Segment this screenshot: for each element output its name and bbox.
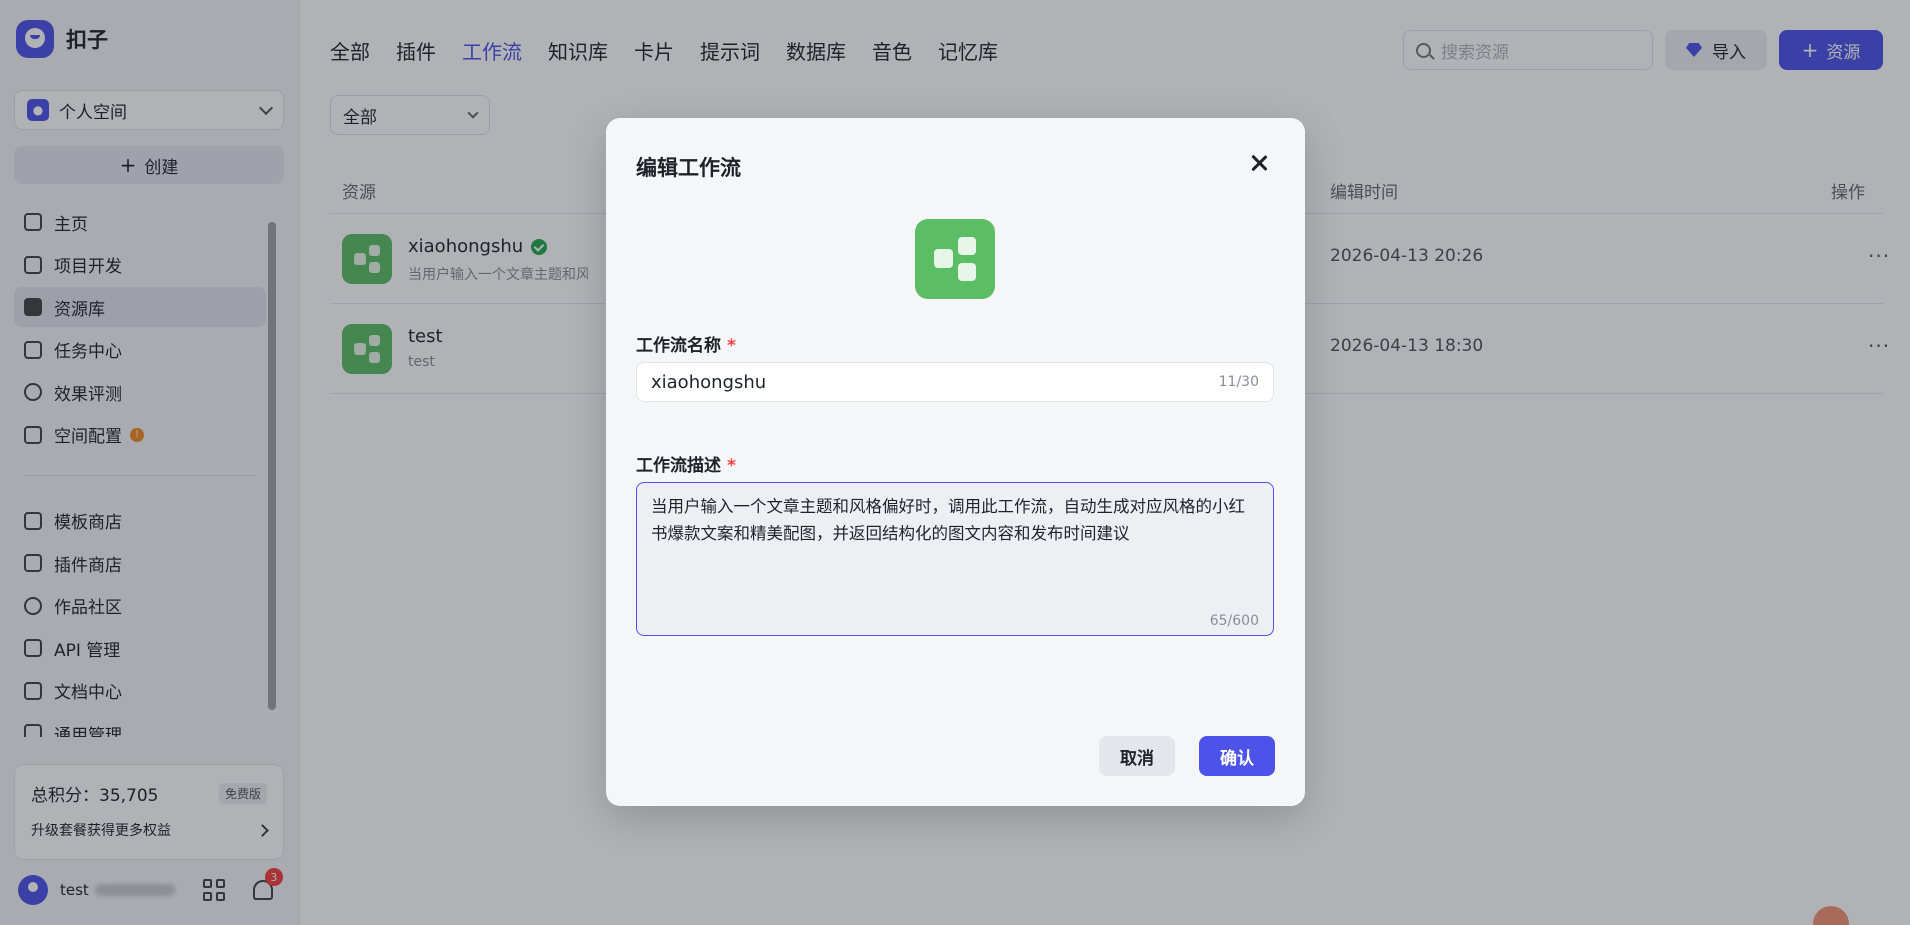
cancel-button[interactable]: 取消 — [1099, 736, 1175, 776]
confirm-button[interactable]: 确认 — [1199, 736, 1275, 776]
desc-char-counter: 65/600 — [1209, 613, 1259, 629]
workflow-name-input[interactable]: xiaohongshu 11/30 — [636, 362, 1274, 402]
workflow-avatar-icon[interactable] — [915, 219, 995, 299]
name-char-counter: 11/30 — [1218, 374, 1259, 390]
required-asterisk: * — [727, 336, 736, 356]
desc-field-label: 工作流描述 * — [636, 451, 736, 476]
required-asterisk: * — [727, 456, 736, 476]
name-label-text: 工作流名称 — [636, 336, 721, 356]
description-value: 当用户输入一个文章主题和风格偏好时，调用此工作流，自动生成对应风格的小红书爆款文… — [651, 497, 1245, 543]
close-icon[interactable] — [1248, 152, 1270, 174]
edit-workflow-dialog: 编辑工作流 工作流名称 * xiaohongshu 11/30 工作流描述 * 当用… — [606, 118, 1305, 806]
desc-label-text: 工作流描述 — [636, 456, 721, 476]
dialog-title: 编辑工作流 — [636, 156, 741, 180]
workflow-description-textarea[interactable]: 当用户输入一个文章主题和风格偏好时，调用此工作流，自动生成对应风格的小红书爆款文… — [636, 482, 1274, 636]
name-value: xiaohongshu — [651, 371, 767, 393]
name-field-label: 工作流名称 * — [636, 331, 736, 356]
